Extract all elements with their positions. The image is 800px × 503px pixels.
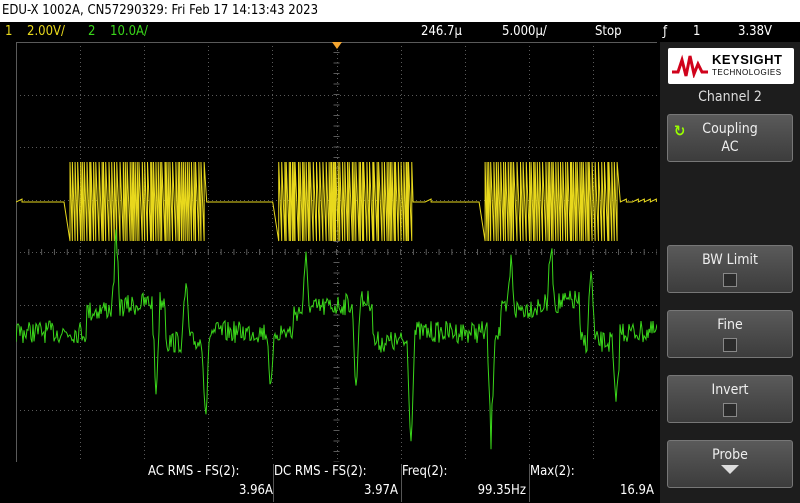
run-state[interactable]: Stop — [595, 22, 622, 42]
checkbox-icon — [723, 338, 737, 352]
brand-sub: TECHNOLOGIES — [712, 68, 782, 77]
trigger-source[interactable]: 1 — [693, 22, 700, 42]
menu-title: Channel 2 — [698, 89, 762, 105]
measurement-freq[interactable]: Freq(2): 99.35Hz — [401, 464, 526, 502]
measurement-dc-rms[interactable]: DC RMS - FS(2): 3.97A — [273, 464, 398, 502]
arrow-down-icon — [721, 465, 739, 474]
fine-softkey[interactable]: Fine — [667, 310, 793, 358]
brand-name: KEYSIGHT — [712, 52, 783, 67]
keysight-wave-icon — [672, 54, 708, 78]
ch1-number[interactable]: 1 — [5, 22, 12, 42]
status-bar: 1 2.00V/ 2 10.0A/ 246.7µ 5.000µ/ Stop ƒ … — [0, 22, 800, 42]
ch1-scale[interactable]: 2.00V/ — [27, 22, 65, 42]
invert-softkey[interactable]: Invert — [667, 375, 793, 423]
probe-softkey[interactable]: Probe — [667, 440, 793, 488]
waveform-display[interactable]: T 1 2 — [16, 42, 657, 462]
graticule — [16, 42, 657, 462]
bw-limit-softkey[interactable]: BW Limit — [667, 245, 793, 293]
trigger-edge-icon: ƒ — [663, 24, 668, 39]
checkbox-icon — [723, 403, 737, 417]
time-position[interactable]: 246.7µ — [421, 22, 462, 42]
ch2-number[interactable]: 2 — [88, 22, 95, 42]
measurement-ac-rms[interactable]: AC RMS - FS(2): 3.96A — [148, 464, 273, 502]
checkbox-icon — [723, 273, 737, 287]
softkey-panel: KEYSIGHT TECHNOLOGIES Channel 2 ↻ Coupli… — [660, 42, 800, 503]
measurement-max[interactable]: Max(2): 16.9A — [529, 464, 654, 502]
keysight-logo: KEYSIGHT TECHNOLOGIES — [668, 48, 794, 84]
coupling-softkey[interactable]: ↻ Coupling AC — [667, 114, 793, 162]
cycle-icon: ↻ — [674, 122, 686, 140]
waveform-svg: T 1 2 — [16, 42, 657, 462]
ch1-waveform — [16, 161, 657, 242]
trigger-time-marker[interactable] — [332, 42, 342, 49]
ch2-scale[interactable]: 10.0A/ — [110, 22, 148, 42]
window-title: EDU-X 1002A, CN57290329: Fri Feb 17 14:1… — [0, 0, 800, 22]
time-scale[interactable]: 5.000µ/ — [502, 22, 547, 42]
trigger-level[interactable]: 3.38V — [738, 22, 772, 42]
measurement-bar: AC RMS - FS(2): 3.96A DC RMS - FS(2): 3.… — [0, 462, 660, 503]
